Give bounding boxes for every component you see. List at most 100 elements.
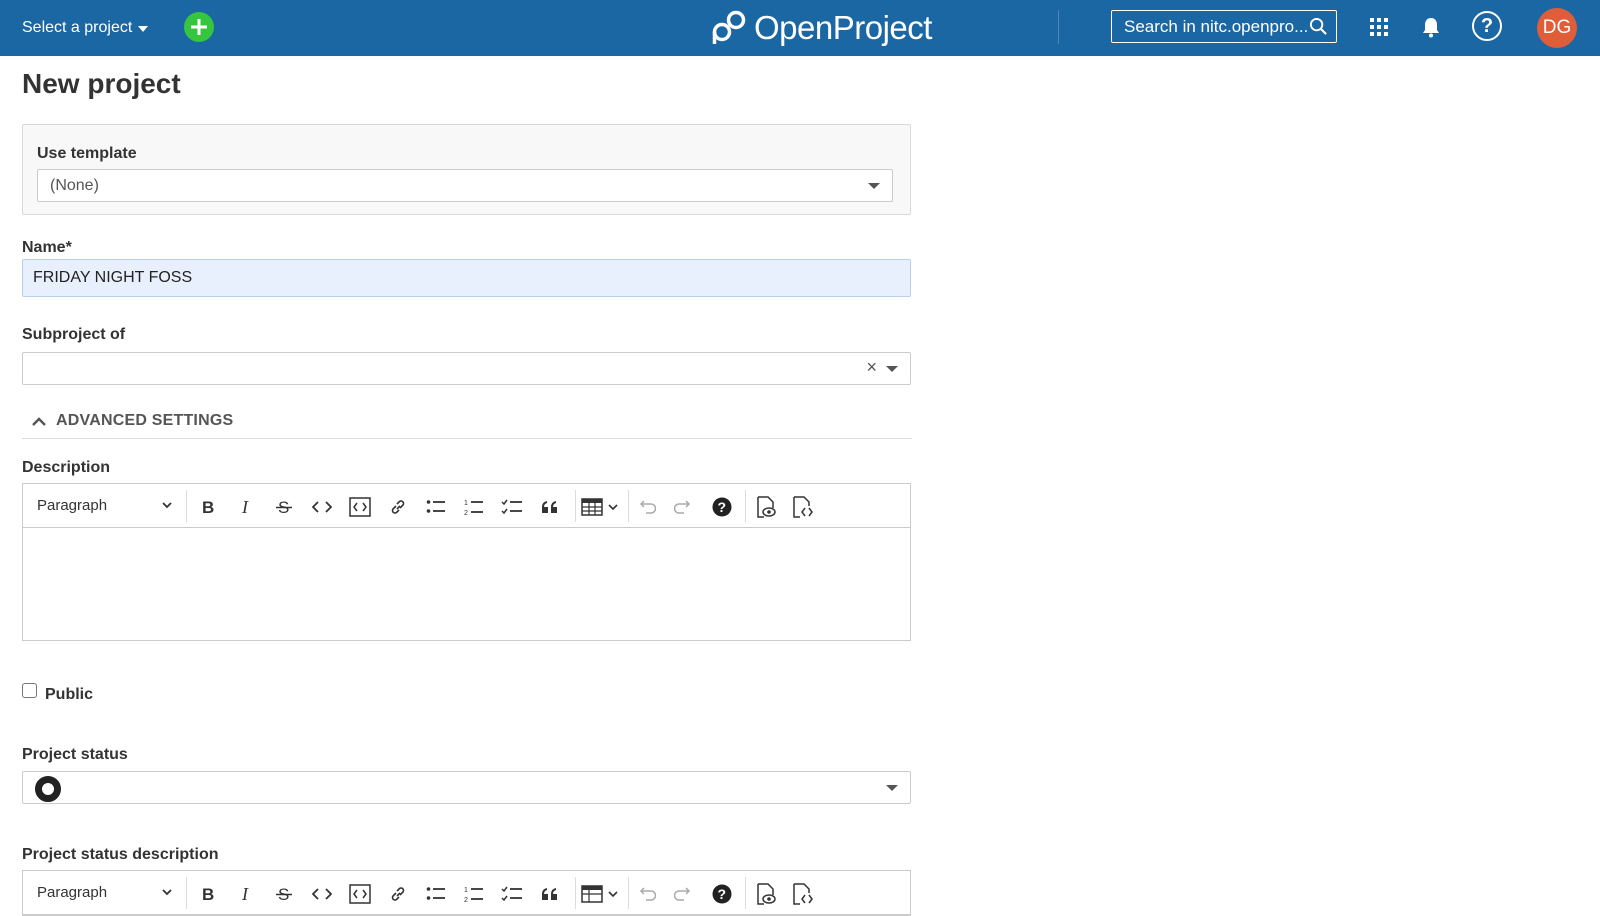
toolbar-separator xyxy=(745,490,746,522)
toolbar-separator xyxy=(745,877,746,909)
advanced-settings-toggle[interactable]: ADVANCED SETTINGS xyxy=(32,412,233,430)
section-divider xyxy=(22,438,912,439)
chevron-down-icon xyxy=(162,889,172,896)
redo-icon[interactable] xyxy=(671,494,697,520)
caret-down-icon xyxy=(886,366,898,372)
bulleted-list-icon[interactable] xyxy=(423,494,449,520)
modules-grid-icon[interactable] xyxy=(1369,17,1389,37)
code-block-icon[interactable] xyxy=(347,494,373,520)
notification-bell-icon[interactable] xyxy=(1421,16,1441,38)
description-editor: Paragraph B I S 12 ? xyxy=(22,483,911,641)
link-icon[interactable] xyxy=(385,881,411,907)
template-select-value: (None) xyxy=(50,176,99,194)
svg-text:?: ? xyxy=(718,886,727,902)
svg-text:I: I xyxy=(241,885,249,903)
preview-icon[interactable] xyxy=(753,881,779,907)
search-icon[interactable] xyxy=(1309,17,1328,36)
bulleted-list-icon[interactable] xyxy=(423,881,449,907)
svg-text:B: B xyxy=(202,885,214,903)
caret-down-icon xyxy=(886,785,898,791)
chevron-up-icon xyxy=(32,417,46,426)
name-label: Name* xyxy=(22,239,72,256)
user-avatar[interactable]: DG xyxy=(1537,8,1577,48)
caret-down-icon xyxy=(138,26,149,32)
name-input[interactable]: FRIDAY NIGHT FOSS xyxy=(22,259,911,297)
toolbar-separator xyxy=(186,490,187,522)
global-search-input[interactable]: Search in nitc.openpro... xyxy=(1111,10,1337,43)
svg-text:?: ? xyxy=(718,499,727,515)
description-label: Description xyxy=(22,459,111,476)
editor-toolbar: Paragraph B I S 12 ? xyxy=(23,484,910,528)
paragraph-style-label: Paragraph xyxy=(37,497,108,514)
strikethrough-icon[interactable]: S xyxy=(271,494,297,520)
code-icon[interactable] xyxy=(309,881,335,907)
template-section: Use template (None) xyxy=(22,124,911,215)
help-icon[interactable]: ? xyxy=(709,494,735,520)
link-icon[interactable] xyxy=(385,494,411,520)
table-icon[interactable] xyxy=(579,881,623,907)
subproject-select[interactable]: × xyxy=(22,352,911,385)
source-icon[interactable] xyxy=(790,494,816,520)
toolbar-separator xyxy=(575,490,576,522)
paragraph-style-label: Paragraph xyxy=(37,884,108,901)
svg-text:2: 2 xyxy=(464,897,468,903)
top-header: Select a project OpenProject Search in n… xyxy=(0,0,1600,56)
public-label: Public xyxy=(45,686,94,703)
logo-text: OpenProject xyxy=(754,9,932,46)
todo-list-icon[interactable] xyxy=(499,881,525,907)
todo-list-icon[interactable] xyxy=(499,494,525,520)
toolbar-separator xyxy=(628,490,629,522)
svg-text:B: B xyxy=(202,498,214,516)
help-icon[interactable]: ? xyxy=(1472,11,1502,41)
italic-icon[interactable]: I xyxy=(233,494,259,520)
header-divider xyxy=(1058,10,1059,44)
editor-toolbar: Paragraph B I S 12 ? xyxy=(23,871,910,915)
toolbar-separator xyxy=(628,877,629,909)
redo-icon[interactable] xyxy=(671,881,697,907)
toolbar-separator xyxy=(575,877,576,909)
search-placeholder: Search in nitc.openpro... xyxy=(1124,16,1309,36)
add-project-button[interactable] xyxy=(184,12,214,42)
svg-text:1: 1 xyxy=(464,500,468,507)
openproject-logo[interactable]: OpenProject xyxy=(710,6,932,50)
caret-down-icon xyxy=(868,183,880,189)
clear-icon[interactable]: × xyxy=(866,357,877,378)
table-icon[interactable] xyxy=(579,494,623,520)
svg-text:2: 2 xyxy=(464,510,468,516)
chevron-down-icon xyxy=(162,502,172,509)
bold-icon[interactable]: B xyxy=(195,881,221,907)
strikethrough-icon[interactable]: S xyxy=(271,881,297,907)
italic-icon[interactable]: I xyxy=(233,881,259,907)
undo-icon[interactable] xyxy=(633,494,659,520)
template-label: Use template xyxy=(37,145,137,162)
project-selector[interactable]: Select a project xyxy=(22,16,149,40)
code-block-icon[interactable] xyxy=(347,881,373,907)
code-icon[interactable] xyxy=(309,494,335,520)
preview-icon[interactable] xyxy=(753,494,779,520)
status-description-editor: Paragraph B I S 12 ? xyxy=(22,870,911,916)
name-input-value: FRIDAY NIGHT FOSS xyxy=(33,269,193,286)
toolbar-separator xyxy=(186,877,187,909)
source-icon[interactable] xyxy=(790,881,816,907)
description-editor-content[interactable] xyxy=(23,528,910,640)
status-circle-icon xyxy=(35,776,61,802)
svg-text:1: 1 xyxy=(464,887,468,894)
bold-icon[interactable]: B xyxy=(195,494,221,520)
paragraph-style-dropdown[interactable]: Paragraph xyxy=(37,884,173,901)
template-select[interactable]: (None) xyxy=(37,169,893,202)
undo-icon[interactable] xyxy=(633,881,659,907)
help-icon[interactable]: ? xyxy=(709,881,735,907)
project-selector-label: Select a project xyxy=(22,19,133,36)
public-checkbox[interactable] xyxy=(22,683,37,698)
paragraph-style-dropdown[interactable]: Paragraph xyxy=(37,497,173,514)
openproject-logo-icon xyxy=(712,10,746,44)
numbered-list-icon[interactable]: 12 xyxy=(461,881,487,907)
numbered-list-icon[interactable]: 12 xyxy=(461,494,487,520)
page-title: New project xyxy=(22,68,181,99)
project-status-description-label: Project status description xyxy=(22,846,219,863)
project-status-select[interactable] xyxy=(22,771,911,804)
quote-icon[interactable] xyxy=(537,881,563,907)
subproject-label: Subproject of xyxy=(22,326,126,343)
quote-icon[interactable] xyxy=(537,494,563,520)
svg-text:I: I xyxy=(241,498,249,516)
